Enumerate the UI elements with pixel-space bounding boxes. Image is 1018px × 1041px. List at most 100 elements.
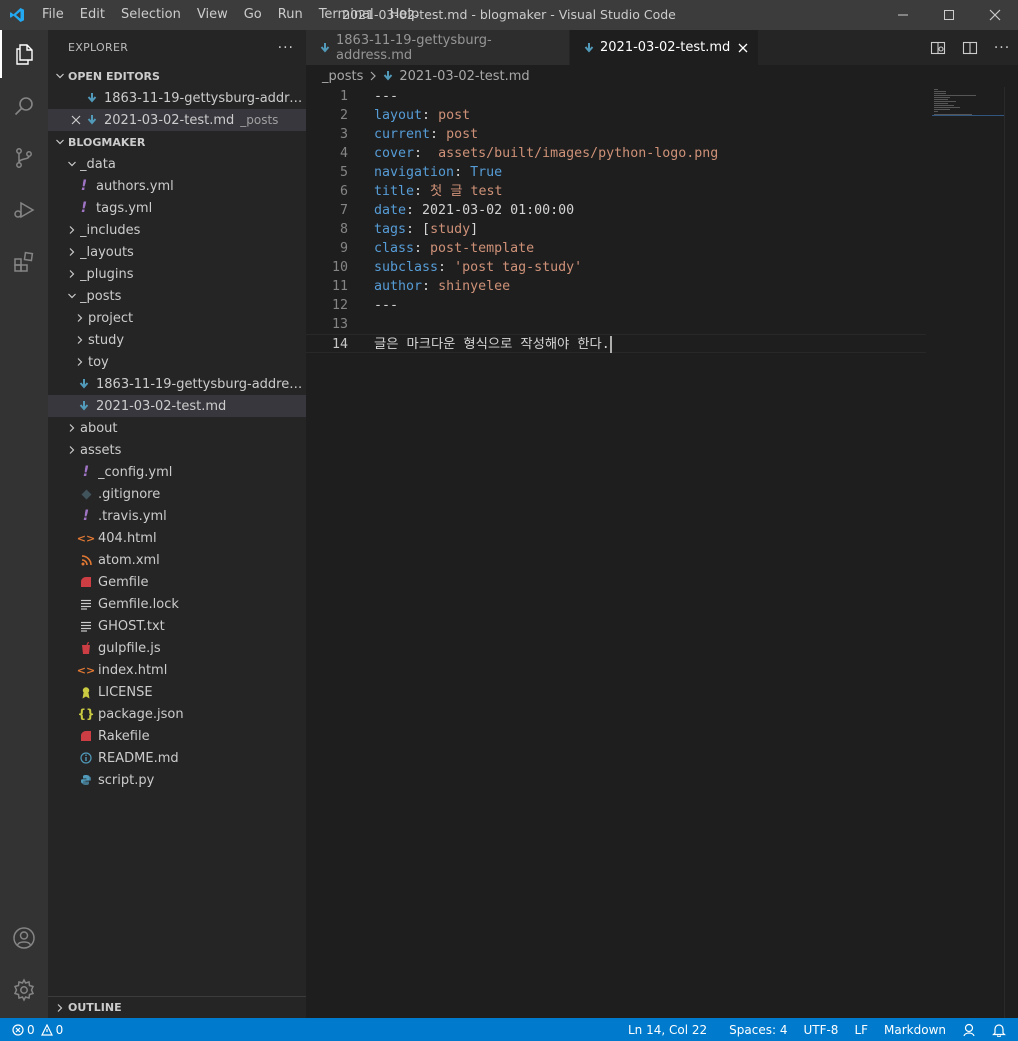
code-line[interactable]: 6 title: 첫 글 test [306,182,926,201]
file-tree-item[interactable]: ! _config.yml [48,461,306,483]
file-tree-item[interactable]: GHOST.txt [48,615,306,637]
folder-tree-item[interactable]: about [48,417,306,439]
feedback-icon[interactable] [954,1023,984,1037]
line-content: date: 2021-03-02 01:00:00 [374,201,574,220]
tab-gettysburg-address[interactable]: 1863-11-19-gettysburg-address.md [306,30,570,65]
search-icon[interactable] [0,82,48,130]
tree-item-label: _posts [80,288,122,304]
maximize-icon[interactable] [926,0,972,30]
end-of-line[interactable]: LF [846,1023,876,1037]
breadcrumb-folder[interactable]: _posts [322,69,363,84]
folder-tree-item[interactable]: _plugins [48,263,306,285]
code-line[interactable]: 11 author: shinyelee [306,277,926,296]
cursor-position[interactable]: Ln 14, Col 22 [620,1023,721,1037]
open-editor-item[interactable]: 1863-11-19-gettysburg-address.md [48,87,306,109]
folder-tree-item[interactable]: _layouts [48,241,306,263]
menu-edit[interactable]: Edit [72,0,113,30]
code-line[interactable]: 13 [306,315,926,334]
code-line[interactable]: 8 tags: [study] [306,220,926,239]
accounts-icon[interactable] [0,914,48,962]
file-tree-item[interactable]: 1863-11-19-gettysburg-address.md [48,373,306,395]
code-line[interactable]: 1 --- [306,87,926,106]
menu-go[interactable]: Go [236,0,270,30]
folder-tree-item[interactable]: _includes [48,219,306,241]
code-line[interactable]: 14 글은 마크다운 형식으로 작성해야 한다. [306,334,926,353]
menu-help[interactable]: Help [382,0,428,30]
file-tree-item[interactable]: <> index.html [48,659,306,681]
indentation[interactable]: Spaces: 4 [721,1023,795,1037]
folder-tree-item[interactable]: _posts [48,285,306,307]
menu-run[interactable]: Run [270,0,311,30]
file-tree-item[interactable]: atom.xml [48,549,306,571]
split-editor-icon[interactable] [954,40,986,56]
code-line[interactable]: 2 layout: post [306,106,926,125]
language-mode[interactable]: Markdown [876,1023,954,1037]
extensions-icon[interactable] [0,238,48,286]
notifications-bell-icon[interactable] [984,1023,1018,1037]
folder-tree-item[interactable]: project [48,307,306,329]
menu-terminal[interactable]: Terminal [311,0,382,30]
code-editor[interactable]: 1 --- 2 layout: post 3 current: post 4 cover: a… [306,87,926,353]
breadcrumb-file[interactable]: 2021-03-02-test.md [399,69,529,84]
minimap[interactable] [932,87,1004,117]
code-line[interactable]: 10 subclass: 'post tag-study' [306,258,926,277]
editor-scrollbar[interactable] [1004,87,1018,1018]
more-actions-icon[interactable]: ··· [986,40,1018,56]
file-tree-item[interactable]: {} package.json [48,703,306,725]
editor-actions: ··· [922,30,1018,65]
more-actions-icon[interactable]: ··· [278,40,294,56]
explorer-icon[interactable] [0,30,48,78]
menu-selection[interactable]: Selection [113,0,189,30]
file-tree-item[interactable]: ! authors.yml [48,175,306,197]
file-tree-item[interactable]: <> 404.html [48,527,306,549]
line-number: 13 [331,317,348,332]
file-tree-item[interactable]: Gemfile.lock [48,593,306,615]
code-line[interactable]: 7 date: 2021-03-02 01:00:00 [306,201,926,220]
file-tree-item[interactable]: gulpfile.js [48,637,306,659]
close-window-icon[interactable] [972,0,1018,30]
tab-test-md[interactable]: 2021-03-02-test.md [570,30,760,65]
tree-item-label: package.json [98,706,184,722]
file-tree-item[interactable]: ! tags.yml [48,197,306,219]
menu-file[interactable]: File [34,0,72,30]
line-content: layout: post [374,106,470,125]
run-debug-icon[interactable] [0,186,48,234]
code-line[interactable]: 3 current: post [306,125,926,144]
file-tree-item[interactable]: .gitignore [48,483,306,505]
encoding[interactable]: UTF-8 [795,1023,846,1037]
file-tree-item[interactable]: README.md [48,747,306,769]
minimize-icon[interactable] [880,0,926,30]
settings-gear-icon[interactable] [0,966,48,1014]
open-editor-item[interactable]: 2021-03-02-test.md _posts [48,109,306,131]
folder-tree-item[interactable]: study [48,329,306,351]
tree-item-label: .gitignore [98,486,161,502]
folder-tree-item[interactable]: toy [48,351,306,373]
folder-section[interactable]: BLOGMAKER [48,131,306,153]
menu-view[interactable]: View [189,0,236,30]
folder-tree-item[interactable]: assets [48,439,306,461]
file-tree-item[interactable]: 2021-03-02-test.md [48,395,306,417]
code-line[interactable]: 4 cover: assets/built/images/python-logo.… [306,144,926,163]
open-editor-folder-desc: _posts [240,113,279,127]
open-preview-icon[interactable] [922,40,954,56]
open-editors-section[interactable]: OPEN EDITORS [48,65,306,87]
folder-tree-item[interactable]: _data [48,153,306,175]
code-token: : 2021-03-02 01:00:00 [406,203,575,218]
close-icon[interactable] [68,115,84,125]
file-tree-item[interactable]: LICENSE [48,681,306,703]
code-token: navigation [374,165,455,180]
file-tree-item[interactable]: Rakefile [48,725,306,747]
code-line[interactable]: 12 --- [306,296,926,315]
close-tab-icon[interactable] [738,43,748,53]
code-line[interactable]: 9 class: post-template [306,239,926,258]
file-tree-item[interactable]: script.py [48,769,306,791]
code-line[interactable]: 5 navigation: True [306,163,926,182]
file-tree-item[interactable]: ! .travis.yml [48,505,306,527]
chevron-right-icon [72,313,88,323]
outline-section[interactable]: OUTLINE [48,996,306,1018]
problems-indicator[interactable]: 0 0 [0,1023,63,1037]
source-control-icon[interactable] [0,134,48,182]
file-tree-item[interactable]: Gemfile [48,571,306,593]
chevron-down-icon [52,137,68,147]
tab-label: 1863-11-19-gettysburg-address.md [336,32,492,63]
